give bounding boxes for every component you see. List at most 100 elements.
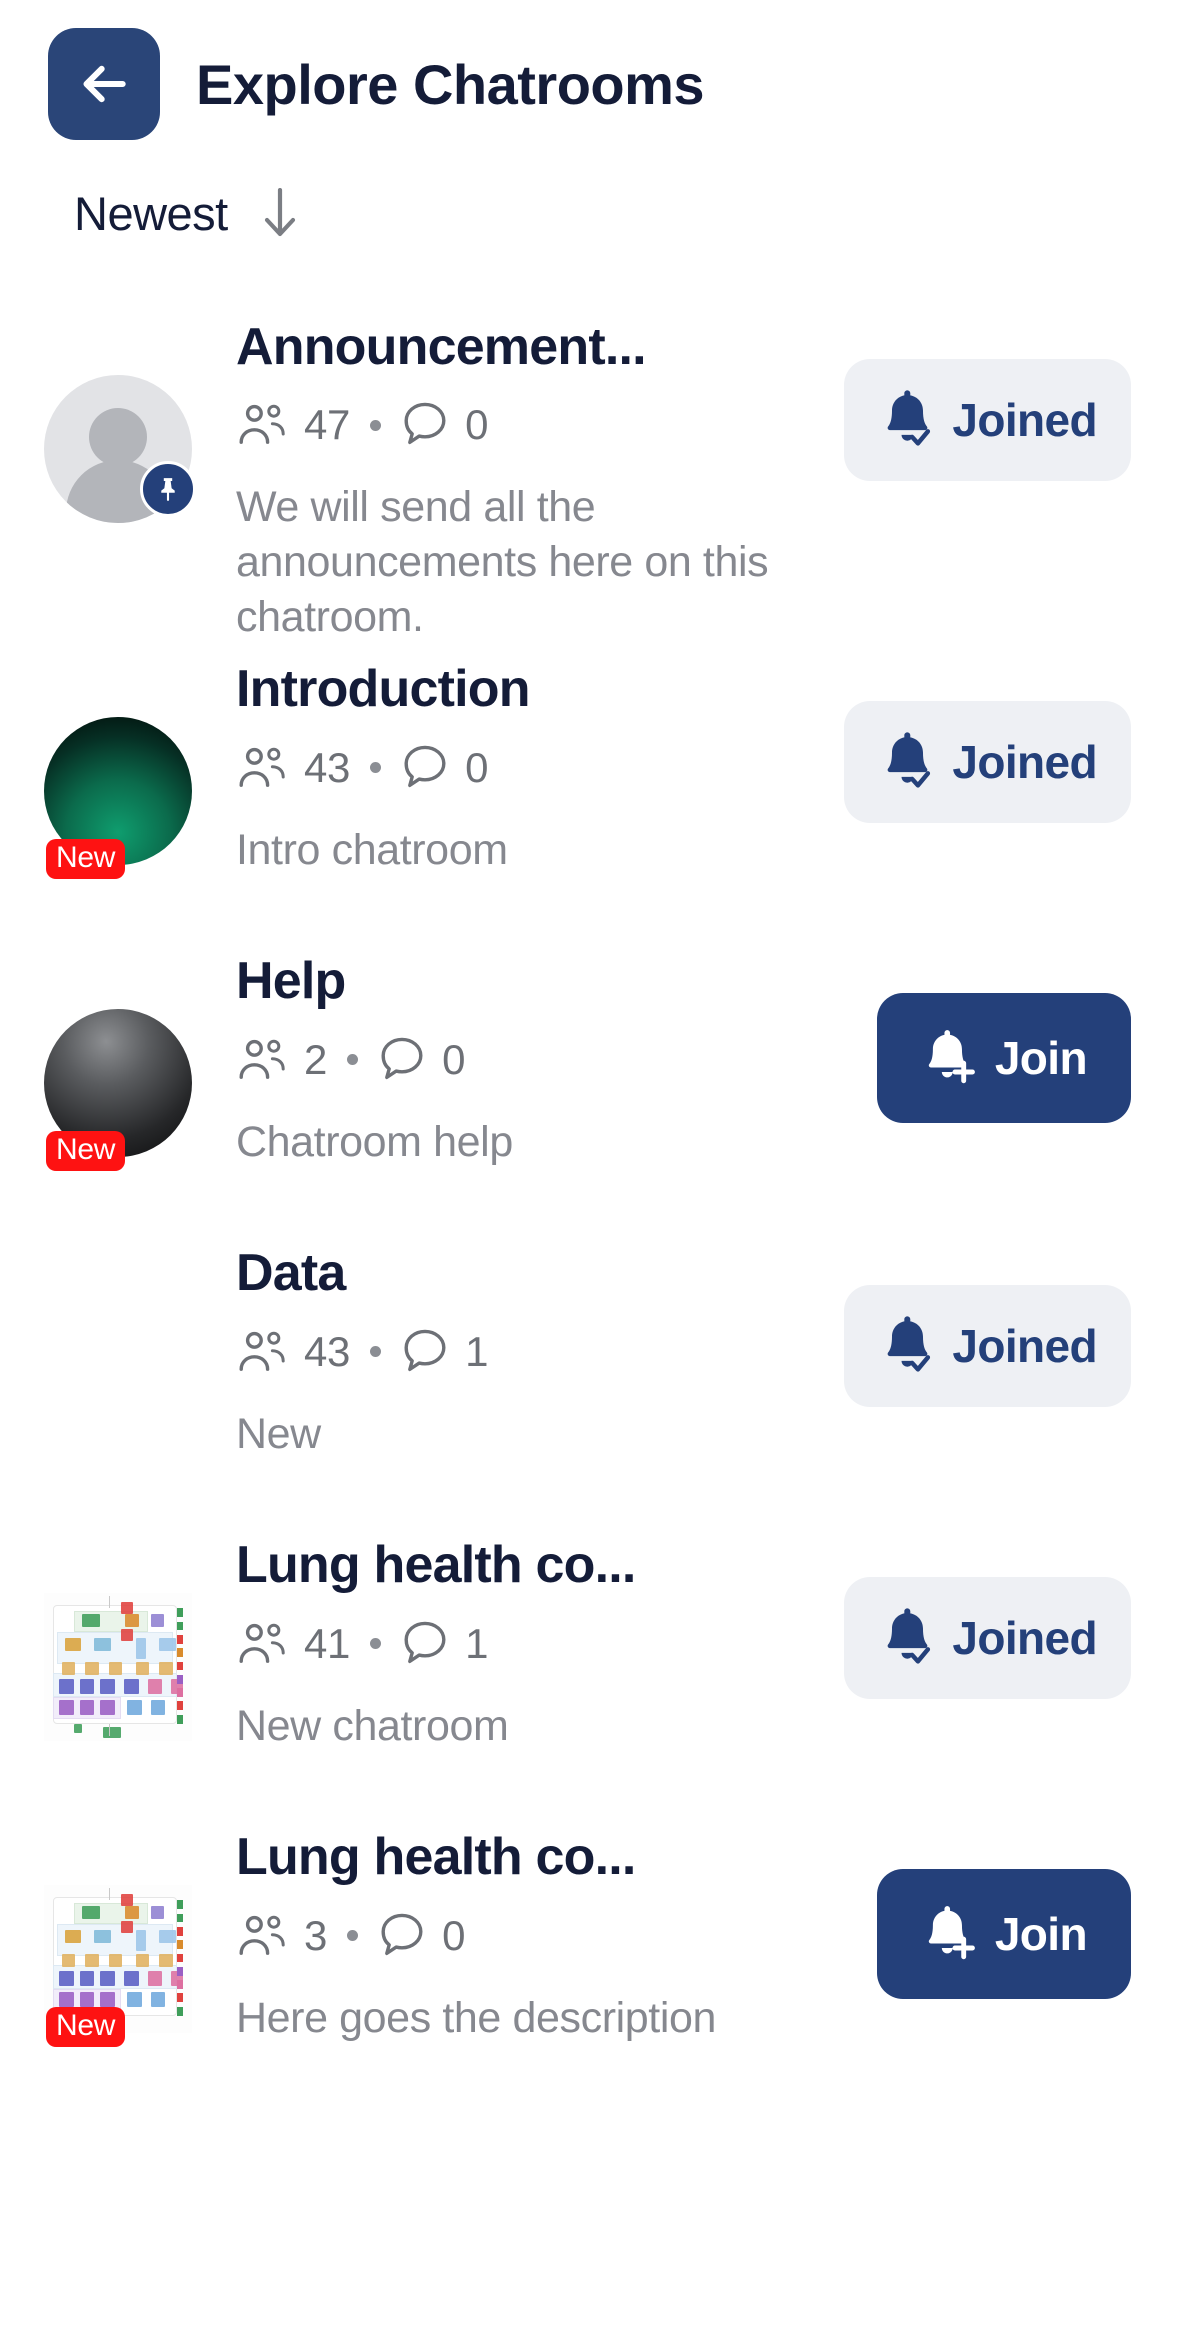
- comment-bubble-icon: [378, 1035, 426, 1085]
- bell-plus-icon: [928, 1906, 975, 1960]
- joined-button-label: Joined: [952, 736, 1097, 789]
- chatroom-description: New chatroom: [236, 1701, 509, 1750]
- chatroom-avatar[interactable]: New: [44, 1009, 192, 1172]
- people-icon: [239, 1623, 285, 1663]
- chatroom-description: Intro chatroom: [236, 825, 508, 874]
- member-count: 43: [304, 743, 351, 791]
- join-button-label: Join: [994, 1908, 1088, 1961]
- chatroom-stats: 20: [236, 1035, 865, 1085]
- comment-count: 0: [465, 743, 489, 791]
- chatroom-description: Here goes the description: [236, 1993, 717, 2042]
- chatroom-avatar: [44, 1301, 192, 1449]
- member-count: 2: [304, 1035, 328, 1083]
- sort-label: Newest: [74, 187, 228, 240]
- people-icon: [236, 746, 288, 790]
- comment-bubble-icon: [404, 745, 446, 787]
- bell-check-icon: [887, 1608, 931, 1665]
- people-icon: [236, 1330, 288, 1374]
- chatroom-avatar[interactable]: New: [44, 1885, 192, 2048]
- joined-button[interactable]: Joined: [844, 359, 1131, 481]
- comment-bubble-icon: [381, 1913, 423, 1955]
- new-badge: New: [46, 2006, 126, 2048]
- chatroom-row[interactable]: Announcement... 47 0 We will send all the a…: [0, 303, 1179, 645]
- bell-check-icon: [887, 390, 931, 446]
- chatroom-stats: 30: [236, 1911, 865, 1961]
- joined-button[interactable]: Joined: [844, 1577, 1131, 1700]
- comment-bubble-icon: [404, 1621, 446, 1663]
- member-count: 41: [304, 1619, 351, 1667]
- chatroom-stats: 41 1: [236, 1619, 832, 1669]
- chatroom-row[interactable]: New Help 2 0 Chatroom help Join: [0, 937, 1179, 1229]
- comment-bubble-icon: [401, 400, 449, 450]
- people-icon: [239, 1039, 285, 1079]
- member-count: 47: [304, 401, 351, 449]
- chatroom-stats: 47 0: [236, 400, 832, 450]
- avatar-image: [44, 1593, 192, 1742]
- chatroom-info: Introduction 43 0 Intro chatroom: [192, 645, 832, 877]
- app-header: Explore Chatrooms: [0, 0, 1179, 140]
- chatroom-list: Announcement... 47 0 We will send all the a…: [0, 303, 1179, 2105]
- comment-count: 1: [465, 1327, 489, 1375]
- stat-separator: [370, 1346, 382, 1358]
- chatroom-row[interactable]: Data 43 1 New Joined: [0, 1229, 1179, 1521]
- new-badge: New: [46, 1130, 126, 1172]
- join-button-label: Join: [994, 1032, 1088, 1085]
- joined-button[interactable]: Joined: [844, 701, 1131, 824]
- people-icon: [239, 405, 285, 445]
- arrow-down-icon: [262, 187, 298, 240]
- pinned-badge: [140, 461, 196, 517]
- comment-bubble-icon: [404, 403, 446, 445]
- chatroom-name: Announcement...: [236, 318, 647, 376]
- comment-bubble-icon: [381, 1037, 423, 1079]
- back-button[interactable]: [48, 28, 160, 140]
- chatroom-info: Announcement... 47 0 We will send all the a…: [192, 303, 832, 645]
- stat-separator: [370, 762, 382, 774]
- chatroom-name: Introduction: [236, 660, 530, 719]
- joined-button[interactable]: Joined: [844, 1285, 1131, 1408]
- chatroom-row[interactable]: New Lung health co... 3 0 Here goes the desc…: [0, 1813, 1179, 2105]
- chatroom-row[interactable]: New Introduction 43 0 Intro chatroom Joined: [0, 645, 1179, 937]
- chatroom-avatar[interactable]: [44, 1593, 192, 1742]
- explore-chatrooms-screen: Explore Chatrooms Newest Announcement...…: [0, 0, 1179, 2348]
- member-count: 43: [304, 1327, 351, 1375]
- chatroom-name: Data: [236, 1244, 346, 1303]
- comment-bubble-icon: [404, 1329, 446, 1371]
- chatroom-description: Chatroom help: [236, 1117, 513, 1166]
- bell-plus-icon: [928, 1030, 975, 1084]
- stat-separator: [370, 1638, 382, 1650]
- comment-bubble-icon: [401, 1327, 449, 1377]
- stat-separator: [370, 419, 382, 431]
- chatroom-avatar[interactable]: [44, 375, 196, 523]
- chatroom-info: Lung health co... 3 0 Here goes the descrip…: [192, 1813, 865, 2045]
- comment-count: 0: [465, 401, 489, 449]
- comment-bubble-icon: [401, 1619, 449, 1669]
- member-count: 3: [304, 1911, 328, 1959]
- comment-count: 0: [442, 1911, 466, 1959]
- sort-control[interactable]: Newest: [0, 140, 1179, 241]
- chatroom-row[interactable]: Lung health co... 41 1 New chatroom Joined: [0, 1521, 1179, 1813]
- joined-button-label: Joined: [952, 1320, 1097, 1373]
- pin-icon: [161, 478, 175, 501]
- people-icon: [236, 1038, 288, 1082]
- join-button[interactable]: Join: [876, 993, 1131, 1124]
- comment-bubble-icon: [401, 743, 449, 793]
- chatroom-description: New: [236, 1409, 321, 1458]
- bottom-spacer: [0, 2344, 1179, 2348]
- chatroom-info: Lung health co... 41 1 New chatroom: [192, 1521, 832, 1753]
- people-icon: [236, 1914, 288, 1958]
- people-icon: [236, 403, 288, 447]
- arrow-left-icon: [83, 65, 126, 103]
- joined-button-label: Joined: [952, 1612, 1097, 1665]
- stat-separator: [347, 1054, 359, 1066]
- stat-separator: [347, 1930, 359, 1942]
- people-icon: [239, 1331, 285, 1371]
- chatroom-stats: 43 1: [236, 1327, 832, 1377]
- page-title: Explore Chatrooms: [196, 52, 705, 116]
- chatroom-avatar[interactable]: New: [44, 717, 192, 880]
- people-icon: [239, 1915, 285, 1955]
- comment-bubble-icon: [378, 1911, 426, 1961]
- chatroom-name: Lung health co...: [236, 1828, 636, 1887]
- chatroom-name: Lung health co...: [236, 1536, 636, 1595]
- new-badge: New: [46, 838, 126, 880]
- join-button[interactable]: Join: [876, 1869, 1131, 2000]
